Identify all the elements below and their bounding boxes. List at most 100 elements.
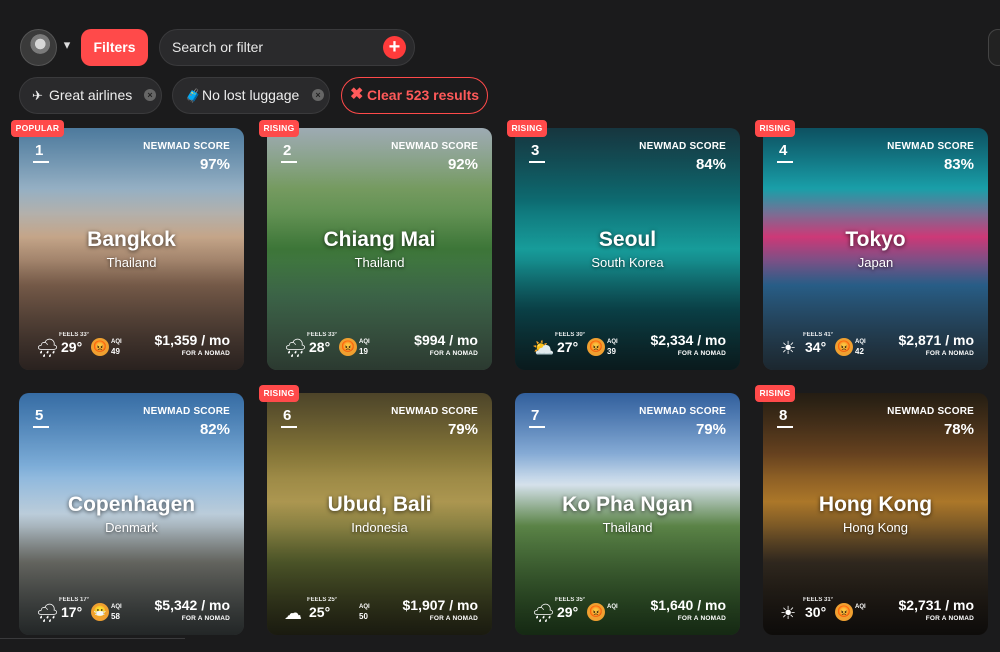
clear-results-label: Clear 523 results (367, 87, 480, 103)
country-name: Thailand (106, 255, 157, 270)
cost-caption: FOR A NOMAD (677, 350, 726, 357)
country-name: Japan (857, 255, 894, 270)
search-input[interactable]: Search or filter + (159, 29, 415, 66)
status-badge: RISING (259, 120, 299, 137)
city-name: Ubud, Bali (327, 493, 432, 516)
newmad-score: 83% (943, 156, 974, 173)
chip-label: Great airlines (49, 87, 133, 103)
filter-chip-great-airlines[interactable]: ✈ Great airlines × (19, 77, 162, 114)
newmad-score: 78% (943, 421, 974, 438)
feels-like: FEELS 30° (555, 332, 586, 338)
rank-number: 5 (35, 407, 44, 424)
aqi-face-icon: 😡 (339, 338, 357, 356)
status-badge: RISING (755, 385, 795, 402)
plus-icon[interactable]: + (383, 36, 406, 59)
aqi-label: AQI (607, 604, 618, 610)
rank-underline (777, 161, 793, 163)
status-badge: RISING (259, 385, 299, 402)
newmad-score: 84% (695, 156, 726, 173)
city-name: Chiang Mai (323, 228, 436, 251)
aqi-value: 58 (111, 612, 120, 621)
country-name: Thailand (354, 255, 405, 270)
newmad-score: 97% (199, 156, 230, 173)
city-card[interactable]: 4 NEWMAD SCORE 83% Tokyo Japan FEELS 41° ☀ 34° 😡… (763, 128, 988, 370)
aqi-value: 50 (359, 612, 368, 621)
chip-label: No lost luggage (202, 87, 300, 103)
city-name: Bangkok (87, 228, 176, 251)
city-card[interactable]: 1 NEWMAD SCORE 97% Bangkok Thailand FEELS 33°… (19, 128, 244, 370)
rank-underline (33, 161, 49, 163)
aqi-face-icon: 😡 (587, 338, 605, 356)
close-icon[interactable]: × (312, 89, 324, 101)
weather-icon: ☀ (780, 603, 797, 623)
monthly-cost: $2,334 / mo (650, 332, 727, 348)
monthly-cost: $5,342 / mo (154, 597, 231, 613)
aqi-face-icon: 😡 (835, 603, 853, 621)
score-label: NEWMAD SCORE (887, 406, 974, 417)
feels-like: FEELS 17° (59, 597, 90, 603)
city-card[interactable]: 3 NEWMAD SCORE 84% Seoul South Korea FEELS 30… (515, 128, 740, 370)
temperature: 29° (557, 604, 579, 620)
aqi-face-icon: 😡 (835, 338, 853, 356)
cost-caption: FOR A NOMAD (181, 615, 230, 622)
aqi-value: 42 (855, 347, 864, 356)
newmad-score: 92% (447, 156, 478, 173)
score-label: NEWMAD SCORE (143, 406, 230, 417)
monthly-cost: $1,359 / mo (154, 332, 231, 348)
city-card[interactable]: 2 NEWMAD SCORE 92% Chiang Mai Thailand FEELS … (267, 128, 492, 370)
temperature: 27° (557, 339, 579, 355)
luggage-icon: 🧳 (185, 88, 202, 103)
city-card[interactable]: 5 NEWMAD SCORE 82% Copenhagen Denmark FEELS 1… (19, 393, 244, 635)
city-name: Ko Pha Ngan (562, 493, 693, 516)
temperature: 29° (61, 339, 83, 355)
monthly-cost: $994 / mo (414, 332, 478, 348)
rank-underline (33, 426, 49, 428)
city-card[interactable]: 8 NEWMAD SCORE 78% Hong Kong Hong Kong FEELS … (763, 393, 988, 635)
clear-results-button[interactable]: ✖ Clear 523 results (341, 77, 488, 114)
feels-like: FEELS 33° (307, 332, 338, 338)
rank-number: 2 (283, 142, 292, 159)
account-button[interactable] (988, 29, 1000, 66)
city-card[interactable]: 6 NEWMAD SCORE 79% Ubud, Bali Indonesia FEELS… (267, 393, 492, 635)
country-name: South Korea (591, 255, 664, 270)
airplane-icon: ✈ (32, 88, 43, 103)
rank-underline (281, 426, 297, 428)
country-name: Indonesia (351, 520, 408, 535)
cost-caption: FOR A NOMAD (429, 350, 478, 357)
country-name: Thailand (602, 520, 653, 535)
feels-like: FEELS 33° (59, 332, 90, 338)
aqi-label: AQI (111, 604, 122, 610)
cost-caption: FOR A NOMAD (677, 615, 726, 622)
newmad-score: 79% (447, 421, 478, 438)
status-badge: RISING (507, 120, 547, 137)
weather-icon: ☁ (284, 603, 302, 623)
weather-icon: 🌧 (36, 338, 59, 358)
temperature: 34° (805, 339, 827, 355)
aqi-label: AQI (359, 339, 370, 345)
avatar[interactable] (20, 29, 57, 66)
temperature: 25° (309, 604, 331, 620)
monthly-cost: $1,640 / mo (650, 597, 727, 613)
filters-button[interactable]: Filters (81, 29, 148, 66)
weather-icon: ☀ (780, 338, 797, 358)
chevron-down-icon[interactable]: ▾ (60, 38, 74, 52)
city-name: Seoul (598, 228, 657, 251)
aqi-face-icon: 😡 (587, 603, 605, 621)
aqi-value: 19 (359, 347, 368, 356)
filter-chip-no-lost-luggage[interactable]: 🧳 No lost luggage × (172, 77, 330, 114)
status-badge: POPULAR (11, 120, 64, 137)
city-name: Hong Kong (818, 493, 933, 516)
search-placeholder: Search or filter (172, 39, 264, 55)
weather-icon: ⛅ (532, 338, 555, 358)
aqi-label: AQI (855, 339, 866, 345)
city-card[interactable]: 7 NEWMAD SCORE 79% Ko Pha Ngan Thailand FEELS… (515, 393, 740, 635)
feels-like: FEELS 35° (555, 597, 586, 603)
monthly-cost: $1,907 / mo (402, 597, 479, 613)
rank-number: 7 (531, 407, 540, 424)
temperature: 30° (805, 604, 827, 620)
country-name: Denmark (105, 520, 158, 535)
close-icon[interactable]: × (144, 89, 156, 101)
newmad-score: 79% (695, 421, 726, 438)
feels-like: FEELS 41° (803, 332, 834, 338)
aqi-face-icon: 😡 (91, 338, 109, 356)
